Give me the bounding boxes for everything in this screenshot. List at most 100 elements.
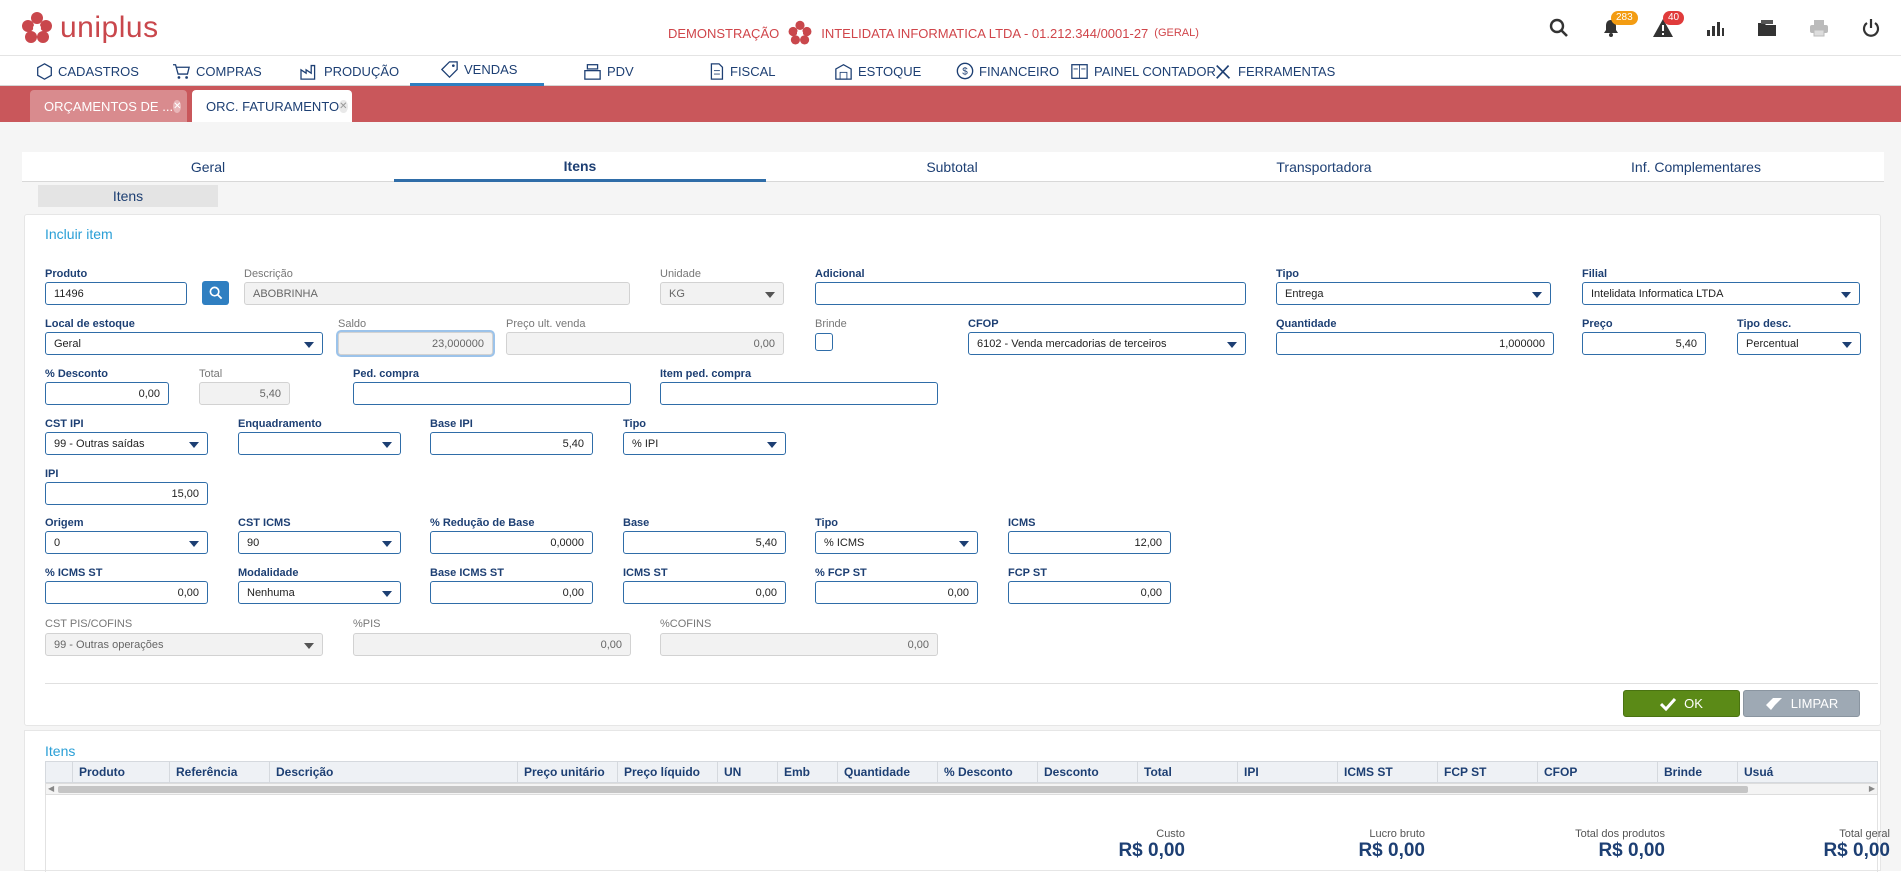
scroll-right-icon[interactable]: ▶ bbox=[1869, 784, 1875, 794]
menu-ferramentas[interactable]: FERRAMENTAS bbox=[1214, 56, 1335, 86]
col-un[interactable]: UN bbox=[717, 762, 777, 782]
menu-vendas[interactable]: VENDAS bbox=[410, 56, 544, 86]
preco-input[interactable]: 5,40 bbox=[1582, 332, 1706, 355]
base-icms-st-input[interactable]: 0,00 bbox=[430, 581, 593, 604]
menu-pdv[interactable]: PDV bbox=[583, 56, 634, 86]
tab-inf-complementares[interactable]: Inf. Complementares bbox=[1510, 152, 1882, 182]
section-tabs: Geral Itens Subtotal Transportadora Inf.… bbox=[22, 152, 1884, 182]
menu-painel-contador[interactable]: PAINEL CONTADOR bbox=[1070, 56, 1216, 86]
uniplus-logo[interactable]: uniplus bbox=[20, 9, 159, 47]
menu-compras[interactable]: COMPRAS bbox=[172, 56, 262, 86]
col-icms-st[interactable]: ICMS ST bbox=[1337, 762, 1437, 782]
fcp-st-pct-input[interactable]: 0,00 bbox=[815, 581, 978, 604]
tipo-select[interactable]: Entrega bbox=[1276, 282, 1551, 305]
col-usuario[interactable]: Usuá bbox=[1737, 762, 1777, 782]
brinde-checkbox[interactable] bbox=[815, 333, 833, 351]
tab-geral[interactable]: Geral bbox=[22, 152, 394, 182]
tipo-icms-select[interactable]: % ICMS bbox=[815, 531, 978, 554]
label-tipo-icms: Tipo bbox=[815, 517, 839, 529]
tipo-desc-select[interactable]: Percentual bbox=[1737, 332, 1861, 355]
ipi-input[interactable]: 15,00 bbox=[45, 482, 208, 505]
col-brinde[interactable]: Brinde bbox=[1657, 762, 1737, 782]
ok-button[interactable]: OK bbox=[1623, 690, 1740, 717]
col-preco-unitario[interactable]: Preço unitário bbox=[517, 762, 617, 782]
base-input[interactable]: 5,40 bbox=[623, 531, 786, 554]
label-descricao: Descrição bbox=[244, 268, 293, 280]
menu-label: VENDAS bbox=[464, 62, 518, 77]
menu-label: PDV bbox=[607, 63, 634, 79]
col-descricao[interactable]: Descrição bbox=[269, 762, 517, 782]
col-fcp-st[interactable]: FCP ST bbox=[1437, 762, 1537, 782]
local-estoque-select[interactable]: Geral bbox=[45, 332, 323, 355]
scroll-left-icon[interactable]: ◀ bbox=[48, 784, 54, 794]
produto-input[interactable]: 11496 bbox=[45, 282, 187, 305]
col-cfop[interactable]: CFOP bbox=[1537, 762, 1657, 782]
label-cst-pis-cofins: CST PIS/COFINS bbox=[45, 618, 133, 630]
logout-button[interactable] bbox=[1851, 8, 1891, 48]
menu-label: FISCAL bbox=[730, 63, 776, 79]
cfop-select[interactable]: 6102 - Venda mercadorias de terceiros bbox=[968, 332, 1246, 355]
company-name: INTELIDATA INFORMATICA LTDA - 01.212.344… bbox=[821, 25, 1149, 41]
menu-producao[interactable]: PRODUÇÃO bbox=[300, 56, 399, 86]
col-referencia[interactable]: Referência bbox=[169, 762, 269, 782]
tab-transportadora[interactable]: Transportadora bbox=[1138, 152, 1510, 182]
company-suffix: (GERAL) bbox=[1154, 27, 1199, 39]
quantidade-input[interactable]: 1,000000 bbox=[1276, 332, 1554, 355]
col-quantidade[interactable]: Quantidade bbox=[837, 762, 937, 782]
tab-subtotal[interactable]: Subtotal bbox=[766, 152, 1138, 182]
files-button[interactable] bbox=[1747, 8, 1787, 48]
limpar-button[interactable]: LIMPAR bbox=[1743, 690, 1860, 717]
unidade-select: KG bbox=[660, 282, 784, 305]
tab-itens[interactable]: Itens bbox=[394, 152, 766, 182]
col-preco-liquido[interactable]: Preço líquido bbox=[617, 762, 717, 782]
reducao-base-input[interactable]: 0,0000 bbox=[430, 531, 593, 554]
menu-financeiro[interactable]: $ FINANCEIRO bbox=[956, 56, 1059, 86]
label-adicional: Adicional bbox=[815, 268, 865, 280]
col-pct-desconto[interactable]: % Desconto bbox=[937, 762, 1037, 782]
main-menu: CADASTROS COMPRAS PRODUÇÃO VENDAS PDV FI… bbox=[0, 56, 1901, 86]
icms-st-input[interactable]: 0,00 bbox=[623, 581, 786, 604]
print-button[interactable] bbox=[1799, 8, 1839, 48]
col-emb[interactable]: Emb bbox=[777, 762, 837, 782]
content-area: Geral Itens Subtotal Transportadora Inf.… bbox=[0, 122, 1901, 872]
base-ipi-input[interactable]: 5,40 bbox=[430, 432, 593, 455]
item-ped-compra-input[interactable] bbox=[660, 382, 938, 405]
icms-st-pct-input[interactable]: 0,00 bbox=[45, 581, 208, 604]
col-ipi[interactable]: IPI bbox=[1237, 762, 1337, 782]
search-button[interactable] bbox=[1539, 8, 1579, 48]
col-total[interactable]: Total bbox=[1137, 762, 1237, 782]
desconto-input[interactable]: 0,00 bbox=[45, 382, 169, 405]
doc-tab-orcamentos[interactable]: ORÇAMENTOS DE ... ✕ bbox=[30, 90, 187, 122]
label-base: Base bbox=[623, 517, 650, 529]
col-produto[interactable]: Produto bbox=[72, 762, 169, 782]
col-desconto[interactable]: Desconto bbox=[1037, 762, 1137, 782]
subtab-itens[interactable]: Itens bbox=[38, 185, 218, 207]
doc-tab-orc-faturamento[interactable]: ORC. FATURAMENTO ✕ bbox=[192, 90, 352, 122]
close-icon[interactable]: ✕ bbox=[339, 99, 348, 113]
tipo-ipi-select[interactable]: % IPI bbox=[623, 432, 786, 455]
adicional-textarea[interactable] bbox=[815, 282, 1246, 305]
modalidade-select[interactable]: Nenhuma bbox=[238, 581, 401, 604]
fcp-st-input[interactable]: 0,00 bbox=[1008, 581, 1171, 604]
ped-compra-input[interactable] bbox=[353, 382, 631, 405]
produto-search-button[interactable] bbox=[202, 281, 229, 305]
items-horizontal-scrollbar[interactable]: ◀ ▶ bbox=[45, 783, 1878, 795]
scroll-thumb[interactable] bbox=[58, 786, 1748, 793]
icms-input[interactable]: 12,00 bbox=[1008, 531, 1171, 554]
label-icms: ICMS bbox=[1008, 517, 1036, 529]
cst-icms-select[interactable]: 90 bbox=[238, 531, 401, 554]
notifications-button[interactable]: 283 bbox=[1591, 8, 1638, 48]
close-icon[interactable]: ✕ bbox=[173, 99, 182, 113]
menu-estoque[interactable]: ESTOQUE bbox=[834, 56, 921, 86]
menu-fiscal[interactable]: FISCAL bbox=[708, 56, 776, 86]
cst-ipi-select[interactable]: 99 - Outras saídas bbox=[45, 432, 208, 455]
origem-select[interactable]: 0 bbox=[45, 531, 208, 554]
label-brinde: Brinde bbox=[815, 318, 847, 330]
enquadramento-select[interactable] bbox=[238, 432, 401, 455]
alerts-button[interactable]: 40 bbox=[1643, 8, 1685, 48]
pis-field: 0,00 bbox=[353, 633, 631, 656]
filial-select[interactable]: Intelidata Informatica LTDA bbox=[1582, 282, 1860, 305]
reports-button[interactable] bbox=[1695, 8, 1735, 48]
label-cst-icms: CST ICMS bbox=[238, 517, 291, 529]
menu-cadastros[interactable]: CADASTROS bbox=[36, 56, 139, 86]
